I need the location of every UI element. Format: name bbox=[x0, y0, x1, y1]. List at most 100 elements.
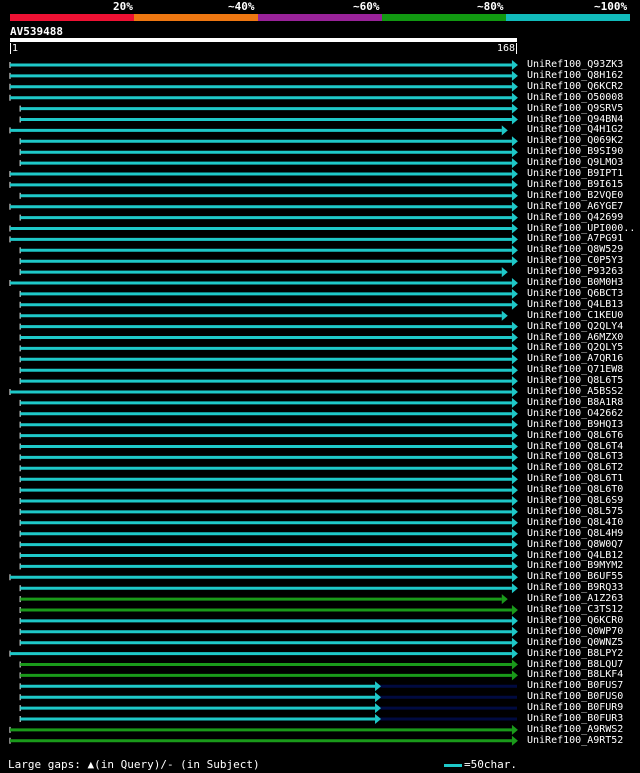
hit-label[interactable]: UniRef100_Q94BN4 bbox=[527, 114, 623, 125]
hit-arrow-icon bbox=[511, 430, 518, 441]
hit-arrow-icon bbox=[511, 169, 518, 179]
hit-arrow-icon bbox=[511, 60, 518, 70]
hit-label[interactable]: UniRef100_Q069K2 bbox=[527, 135, 623, 146]
hit-label[interactable]: UniRef100_Q8L6T6 bbox=[527, 430, 623, 441]
hit-arrow-icon bbox=[511, 190, 518, 201]
hit-arrow-icon bbox=[511, 452, 518, 463]
hit-label[interactable]: UniRef100_B0FUS7 bbox=[527, 680, 623, 691]
hit-label[interactable]: UniRef100_B9HQI3 bbox=[527, 419, 623, 430]
hit-label[interactable]: UniRef100_UPI000.. bbox=[527, 223, 635, 234]
hit-arrow-icon bbox=[511, 343, 518, 354]
hit-label[interactable]: UniRef100_A7PG91 bbox=[527, 233, 623, 244]
hit-arrow-icon bbox=[501, 310, 508, 321]
hit-label[interactable]: UniRef100_Q8L6T5 bbox=[527, 375, 623, 386]
hit-arrow-icon bbox=[511, 735, 518, 746]
hit-label[interactable]: UniRef100_B8LPY2 bbox=[527, 648, 623, 659]
hit-label[interactable]: UniRef100_Q2QLY4 bbox=[527, 321, 623, 332]
hit-label[interactable]: UniRef100_Q0WP70 bbox=[527, 626, 623, 637]
hit-label[interactable]: UniRef100_Q71EW8 bbox=[527, 364, 623, 375]
hit-label[interactable]: UniRef100_C3TS12 bbox=[527, 604, 623, 615]
hit-arrow-icon bbox=[511, 506, 518, 517]
hit-arrow-icon bbox=[511, 147, 518, 158]
hit-label[interactable]: UniRef100_B8LQU7 bbox=[527, 659, 623, 670]
hit-arrow-icon bbox=[511, 114, 518, 125]
hit-arrow-icon bbox=[511, 485, 518, 496]
hit-label[interactable]: UniRef100_Q2QLY5 bbox=[527, 342, 623, 353]
hit-arrow-icon bbox=[511, 288, 518, 299]
hit-label[interactable]: UniRef100_B9I615 bbox=[527, 179, 623, 190]
hit-arrow-icon bbox=[511, 201, 518, 212]
hit-label[interactable]: UniRef100_B2VQE0 bbox=[527, 190, 623, 201]
hit-arrow-icon bbox=[511, 365, 518, 376]
hit-label[interactable]: UniRef100_Q9SRV5 bbox=[527, 103, 623, 114]
hit-label[interactable]: UniRef100_C0P5Y3 bbox=[527, 255, 623, 266]
hit-label[interactable]: UniRef100_O42662 bbox=[527, 408, 623, 419]
hit-label[interactable]: UniRef100_Q8L4H9 bbox=[527, 528, 623, 539]
hit-label[interactable]: UniRef100_Q93ZK3 bbox=[527, 59, 623, 70]
hit-arrow-icon bbox=[511, 659, 518, 670]
hit-arrow-icon bbox=[511, 463, 518, 474]
hit-label[interactable]: UniRef100_P93263 bbox=[527, 266, 623, 277]
hit-arrow-icon bbox=[511, 223, 518, 234]
hit-arrow-icon bbox=[501, 125, 508, 136]
hit-arrow-icon bbox=[511, 397, 518, 408]
hit-label[interactable]: UniRef100_B6UF55 bbox=[527, 571, 623, 582]
hit-arrow-icon bbox=[511, 474, 518, 485]
hit-label[interactable]: UniRef100_B8A1R8 bbox=[527, 397, 623, 408]
hit-label[interactable]: UniRef100_A6YGE7 bbox=[527, 201, 623, 212]
hit-label[interactable]: UniRef100_Q4H1G2 bbox=[527, 124, 623, 135]
hit-label[interactable]: UniRef100_B8LKF4 bbox=[527, 669, 623, 680]
hit-label[interactable]: UniRef100_Q6KCR0 bbox=[527, 615, 623, 626]
hit-arrow-icon bbox=[511, 234, 518, 245]
hit-label[interactable]: UniRef100_A1Z263 bbox=[527, 593, 623, 604]
hit-label[interactable]: UniRef100_Q8L6S9 bbox=[527, 495, 623, 506]
hit-label[interactable]: UniRef100_Q8L6T4 bbox=[527, 441, 623, 452]
hit-label[interactable]: UniRef100_B0FUR9 bbox=[527, 702, 623, 713]
hit-label[interactable]: UniRef100_Q8L575 bbox=[527, 506, 623, 517]
hit-arrow-icon bbox=[511, 245, 518, 256]
hit-arrow-icon bbox=[511, 179, 518, 190]
hit-label[interactable]: UniRef100_Q8L6T2 bbox=[527, 462, 623, 473]
hit-label[interactable]: UniRef100_Q8W0Q7 bbox=[527, 539, 623, 550]
hit-label[interactable]: UniRef100_B0FUR3 bbox=[527, 713, 623, 724]
hit-arrow-icon bbox=[511, 278, 518, 288]
hit-arrow-icon bbox=[501, 594, 508, 605]
hit-arrow-icon bbox=[375, 703, 382, 714]
hit-label[interactable]: UniRef100_B9MYM2 bbox=[527, 560, 623, 571]
hit-arrow-icon bbox=[511, 517, 518, 528]
hit-label[interactable]: UniRef100_Q4LB13 bbox=[527, 299, 623, 310]
hit-arrow-icon bbox=[375, 692, 382, 703]
hit-arrow-icon bbox=[511, 539, 518, 550]
hit-arrow-icon bbox=[511, 605, 518, 615]
hit-label[interactable]: UniRef100_Q8L6T0 bbox=[527, 484, 623, 495]
hit-label[interactable]: UniRef100_Q8L4I0 bbox=[527, 517, 623, 528]
hit-arrow-icon bbox=[511, 354, 518, 365]
hit-label[interactable]: UniRef100_B9IPT1 bbox=[527, 168, 623, 179]
hit-label[interactable]: UniRef100_A6MZX0 bbox=[527, 332, 623, 343]
hit-arrow-icon bbox=[375, 681, 382, 692]
hit-label[interactable]: UniRef100_Q8L6T1 bbox=[527, 473, 623, 484]
hit-label[interactable]: UniRef100_Q8L6T3 bbox=[527, 451, 623, 462]
hit-label[interactable]: UniRef100_Q9LMO3 bbox=[527, 157, 623, 168]
hit-label[interactable]: UniRef100_Q8H162 bbox=[527, 70, 623, 81]
hit-arrow-icon bbox=[511, 332, 518, 343]
hit-label[interactable]: UniRef100_O50008 bbox=[527, 92, 623, 103]
hit-label[interactable]: UniRef100_A9RWS2 bbox=[527, 724, 623, 735]
hit-label[interactable]: UniRef100_Q8W529 bbox=[527, 244, 623, 255]
hit-label[interactable]: UniRef100_Q4LB12 bbox=[527, 550, 623, 561]
hit-label[interactable]: UniRef100_B9RQ33 bbox=[527, 582, 623, 593]
hit-arrow-icon bbox=[511, 103, 518, 114]
hit-label[interactable]: UniRef100_C1KEU0 bbox=[527, 310, 623, 321]
hit-label[interactable]: UniRef100_Q42699 bbox=[527, 212, 623, 223]
hit-label[interactable]: UniRef100_Q6BCT3 bbox=[527, 288, 623, 299]
hit-label[interactable]: UniRef100_B9SI90 bbox=[527, 146, 623, 157]
hit-arrow-icon bbox=[511, 550, 518, 561]
hit-label[interactable]: UniRef100_Q6KCR2 bbox=[527, 81, 623, 92]
hit-label[interactable]: UniRef100_B0M0H3 bbox=[527, 277, 623, 288]
hit-label[interactable]: UniRef100_A7QR16 bbox=[527, 353, 623, 364]
hit-label[interactable]: UniRef100_B0FUS0 bbox=[527, 691, 623, 702]
hit-label[interactable]: UniRef100_A9RT52 bbox=[527, 735, 623, 746]
hit-label[interactable]: UniRef100_Q0WNZ5 bbox=[527, 637, 623, 648]
gaps-legend: Large gaps: ▲(in Query)/- (in Subject) bbox=[8, 758, 260, 771]
hit-label[interactable]: UniRef100_A5BSS2 bbox=[527, 386, 623, 397]
